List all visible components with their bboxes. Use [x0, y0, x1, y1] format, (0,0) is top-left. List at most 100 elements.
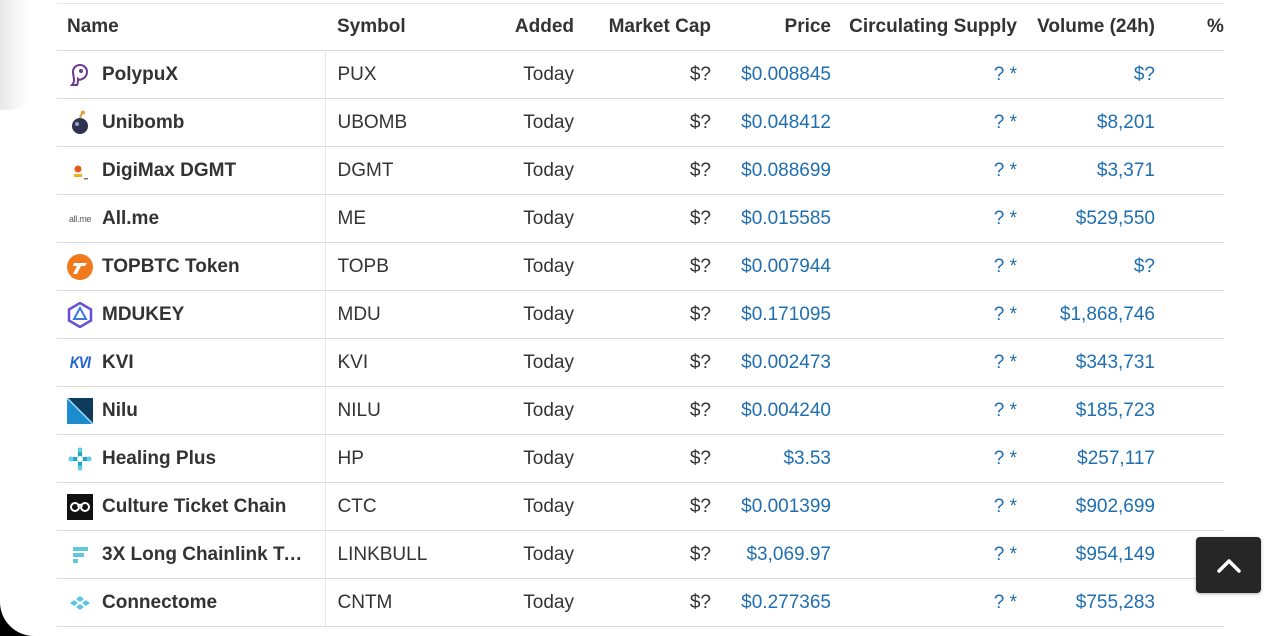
coin-supply-link[interactable]: ? *	[994, 400, 1017, 421]
coin-supply-link[interactable]: ? *	[994, 496, 1017, 517]
coin-volume-link[interactable]: $902,699	[1076, 496, 1155, 517]
coin-price-link[interactable]: $0.048412	[741, 112, 831, 133]
table-row[interactable]: KVIKVIKVIToday$?$0.002473? *$343,731?%	[57, 338, 1224, 387]
header-market-cap[interactable]: Market Cap	[588, 4, 721, 51]
coin-name-cell[interactable]: Culture Ticket Chain	[67, 493, 325, 520]
coin-price-link[interactable]: $3.53	[783, 448, 831, 469]
coin-volume-link[interactable]: $1,868,746	[1060, 304, 1155, 325]
coin-symbol: CTC	[324, 482, 465, 531]
coin-name-cell[interactable]: 3X Long Chainlink To...	[67, 542, 325, 568]
coin-name[interactable]: 3X Long Chainlink To...	[102, 544, 310, 566]
coin-volume-link[interactable]: $185,723	[1076, 400, 1155, 421]
coin-supply-link[interactable]: ? *	[994, 208, 1017, 229]
coin-volume-link[interactable]: $529,550	[1076, 208, 1155, 229]
coin-price-link[interactable]: $0.002473	[741, 352, 831, 373]
coin-supply-link[interactable]: ? *	[994, 592, 1017, 613]
chevron-up-icon	[1216, 559, 1241, 573]
coin-supply-link[interactable]: ? *	[994, 160, 1017, 181]
table-row[interactable]: TOPBTC TokenTOPBToday$?$0.007944? *$??%	[57, 242, 1224, 291]
coin-name[interactable]: DigiMax DGMT	[102, 160, 236, 182]
coin-market-cap: $?	[588, 386, 721, 435]
table-row[interactable]: Healing Plus HPToday$? $3.53 ? * $257,117?%	[57, 434, 1224, 483]
coin-name-cell[interactable]: DigiMax DGMT	[67, 158, 325, 184]
topbtc-icon	[67, 253, 93, 280]
coin-supply-link[interactable]: ? *	[994, 256, 1017, 277]
table-row[interactable]: Culture Ticket Chain CTC Today $? $0.001399?…	[57, 482, 1224, 531]
coin-name[interactable]: All.me	[102, 208, 159, 230]
coin-added: Today	[465, 338, 588, 387]
coin-name-cell[interactable]: Unibomb	[67, 110, 325, 136]
coin-name[interactable]: Connectome	[102, 592, 217, 614]
coin-volume-link[interactable]: $343,731	[1076, 352, 1155, 373]
coin-name[interactable]: Nilu	[102, 400, 138, 422]
header-name[interactable]: Name	[57, 4, 325, 51]
coin-symbol: TOPB	[324, 242, 465, 291]
coin-price-link[interactable]: $0.008845	[741, 64, 831, 85]
table-row[interactable]: DigiMax DGMT DGMT Today $? $0.088699 ? * $3,37…	[57, 146, 1224, 195]
coin-name[interactable]: Culture Ticket Chain	[102, 496, 286, 518]
coin-name[interactable]: PolypuX	[102, 64, 178, 86]
coin-name[interactable]: MDUKEY	[102, 304, 184, 326]
coin-percent-24h: ?%	[1165, 242, 1224, 291]
coin-name-cell[interactable]: KVI KVI	[67, 350, 325, 376]
coin-volume-link[interactable]: $?	[1134, 256, 1155, 277]
coin-price-link[interactable]: $0.277365	[741, 592, 831, 613]
scroll-to-top-button[interactable]	[1196, 537, 1261, 593]
coin-name-cell[interactable]: MDUKEY	[67, 301, 325, 328]
coin-name-cell[interactable]: Healing Plus	[67, 446, 325, 472]
coin-supply-link[interactable]: ? *	[994, 448, 1017, 469]
coin-supply-link[interactable]: ? *	[994, 544, 1017, 565]
table-row[interactable]: all.me All.me ME Today $? $0.015585 ? * $529,55…	[57, 194, 1224, 243]
coin-name-cell[interactable]: PolypuX	[67, 62, 325, 88]
coin-volume-link[interactable]: $257,117	[1077, 448, 1155, 469]
coin-price-link[interactable]: $0.015585	[741, 208, 831, 229]
polypux-icon	[67, 62, 93, 88]
coin-name-cell[interactable]: Connectome	[67, 590, 325, 616]
coin-supply-link[interactable]: ? *	[994, 112, 1017, 133]
coin-name-cell[interactable]: TOPBTC Token	[67, 253, 325, 280]
coin-added: Today	[465, 98, 588, 147]
coin-added: Today	[465, 242, 588, 291]
coin-price-link[interactable]: $0.171095	[741, 304, 831, 325]
coin-added: Today	[465, 578, 588, 627]
coin-volume-link[interactable]: $8,201	[1097, 112, 1155, 133]
coin-price-link[interactable]: $0.004240	[741, 400, 831, 421]
table-row[interactable]: PolypuXPUXToday$?$0.008845? *$??%	[57, 50, 1224, 99]
nilu-icon	[67, 397, 93, 424]
coin-price-link[interactable]: $0.007944	[741, 256, 831, 277]
coin-symbol: HP	[324, 434, 465, 483]
digimax-icon	[67, 158, 93, 184]
coin-name-cell[interactable]: Nilu	[67, 397, 325, 424]
table-row[interactable]: Connectome CNTM Today $? $0.277365 ? * $755,28…	[57, 578, 1224, 627]
coin-supply-link[interactable]: ? *	[994, 64, 1017, 85]
coin-name[interactable]: Healing Plus	[102, 448, 216, 470]
coin-volume-link[interactable]: $3,371	[1097, 160, 1155, 181]
coin-percent-24h: ?%	[1165, 482, 1224, 531]
header-volume-24h[interactable]: Volume (24h)	[1025, 4, 1165, 51]
header-price[interactable]: Price	[721, 4, 840, 51]
header-added[interactable]: Added	[465, 4, 588, 51]
coin-price-link[interactable]: $3,069.97	[746, 544, 831, 565]
coin-name[interactable]: KVI	[102, 352, 134, 374]
coin-market-cap: $?	[588, 98, 721, 147]
coin-price-link[interactable]: $0.001399	[741, 496, 831, 517]
header-circulating-supply[interactable]: Circulating Supply	[840, 4, 1025, 51]
table-row[interactable]: Unibomb UBOMBToday$? $0.048412 ? * $8,201?%	[57, 98, 1224, 147]
coin-supply-link[interactable]: ? *	[994, 304, 1017, 325]
coin-percent-24h: ?%	[1165, 386, 1224, 435]
coin-price-link[interactable]: $0.088699	[741, 160, 831, 181]
header-percent-24h[interactable]: % 24h	[1165, 4, 1224, 51]
coin-name-cell[interactable]: all.me All.me	[67, 206, 325, 232]
coin-volume-link[interactable]: $?	[1134, 64, 1155, 85]
table-row[interactable]: 3X Long Chainlink To... LINKBULL Today $? $3…	[57, 530, 1224, 579]
coin-supply-link[interactable]: ? *	[994, 352, 1017, 373]
coin-volume-link[interactable]: $755,283	[1076, 592, 1155, 613]
table-row[interactable]: MDUKEY MDUToday$? $0.171095 ? * $1,868,746?%	[57, 290, 1224, 339]
coin-name[interactable]: Unibomb	[102, 112, 184, 134]
coin-percent-24h: ?%	[1165, 194, 1224, 243]
coin-market-cap: $?	[588, 50, 721, 99]
table-row[interactable]: Nilu NILUToday$? $0.004240 ? * $185,723?%	[57, 386, 1224, 435]
header-symbol[interactable]: Symbol	[325, 4, 465, 51]
coin-volume-link[interactable]: $954,149	[1076, 544, 1155, 565]
coin-name[interactable]: TOPBTC Token	[102, 256, 240, 278]
